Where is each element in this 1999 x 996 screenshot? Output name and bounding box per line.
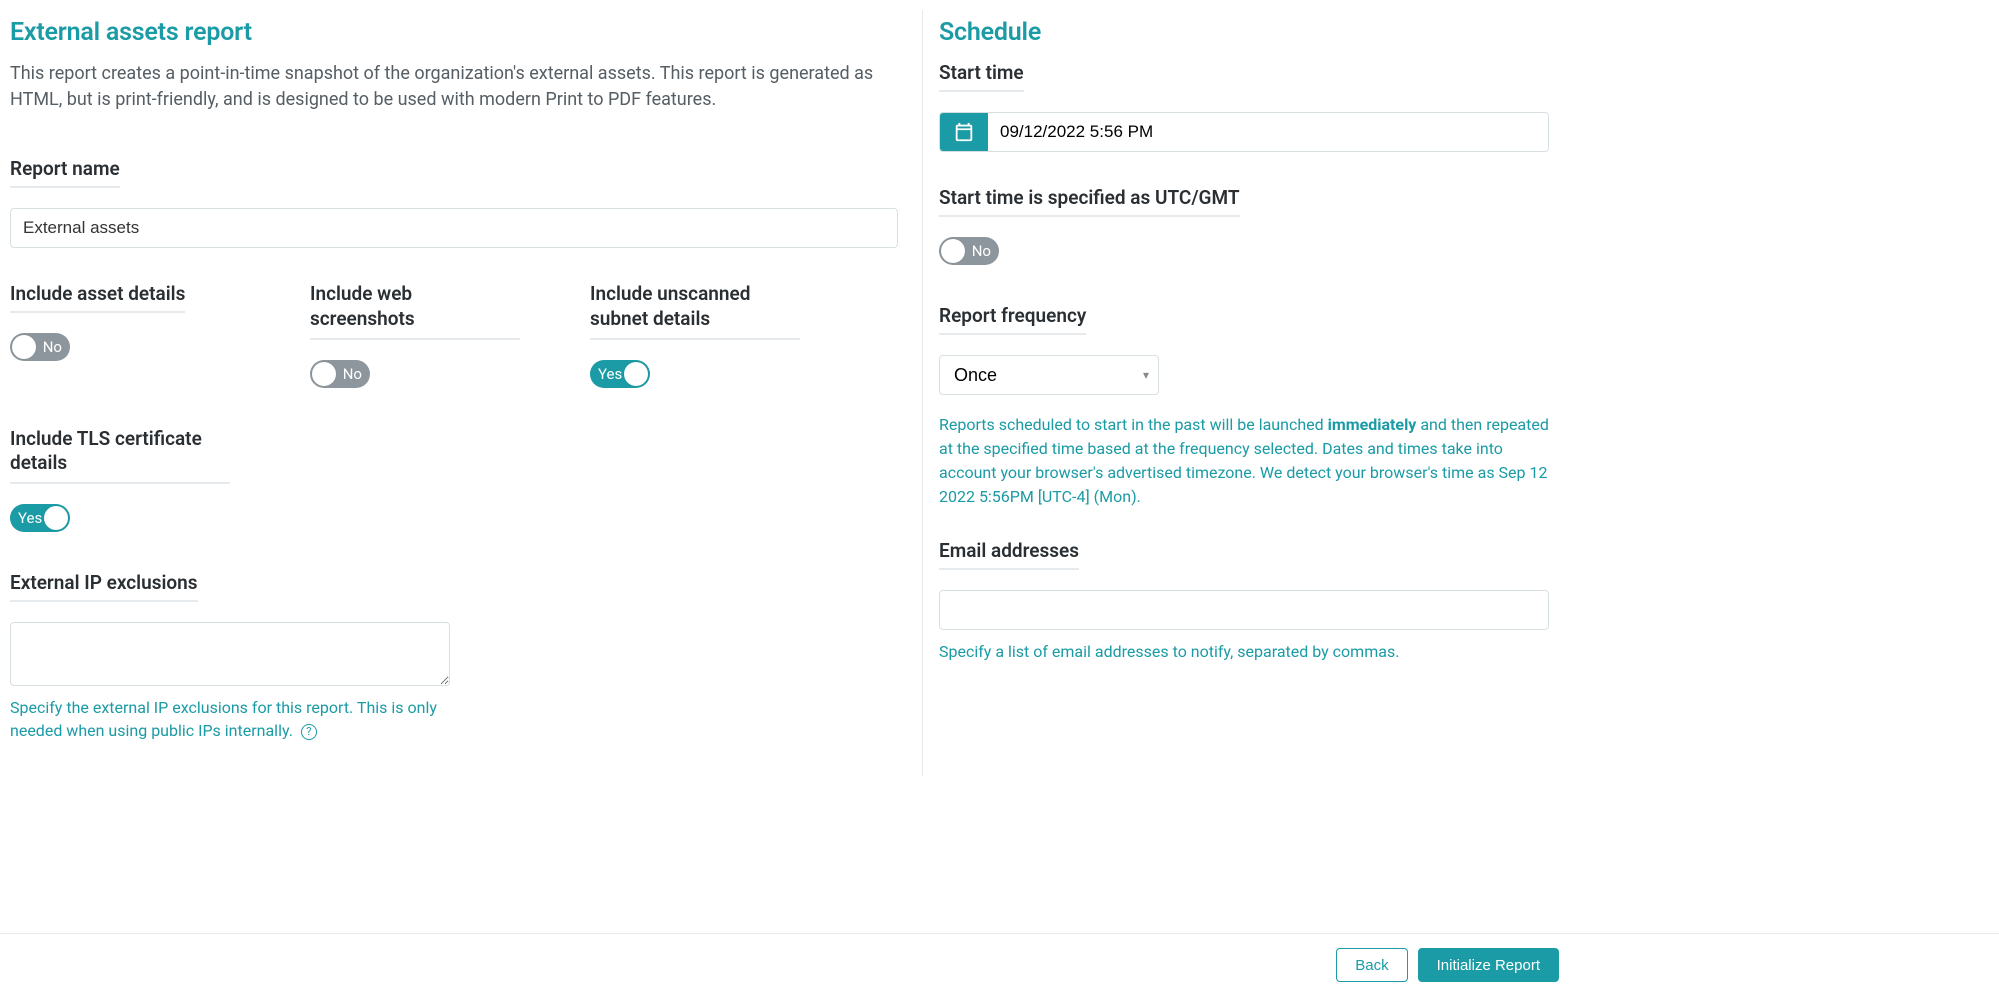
report-name-input[interactable]	[10, 208, 898, 248]
report-frequency-label: Report frequency	[939, 304, 1086, 335]
include-unscanned-subnet-label: Include unscanned subnet details	[590, 282, 800, 339]
report-name-label: Report name	[10, 157, 120, 188]
toggle-knob-icon	[312, 362, 336, 386]
initialize-report-button[interactable]: Initialize Report	[1418, 948, 1559, 982]
schedule-note: Reports scheduled to start in the past w…	[939, 413, 1549, 509]
include-asset-details-toggle[interactable]: No	[10, 333, 70, 361]
back-button[interactable]: Back	[1336, 948, 1407, 982]
ip-exclusions-textarea[interactable]	[10, 622, 450, 686]
toggle-state-text: No	[343, 365, 362, 383]
schedule-note-pre: Reports scheduled to start in the past w…	[939, 415, 1328, 434]
email-addresses-hint: Specify a list of email addresses to not…	[939, 640, 1549, 663]
utc-toggle-label: Start time is specified as UTC/GMT	[939, 186, 1240, 217]
toggle-state-text: Yes	[598, 365, 622, 383]
toggle-knob-icon	[624, 362, 648, 386]
left-description: This report creates a point-in-time snap…	[10, 61, 890, 113]
include-web-screenshots-toggle[interactable]: No	[310, 360, 370, 388]
footer-bar: Back Initialize Report	[0, 933, 1999, 996]
toggle-knob-icon	[941, 239, 965, 263]
ip-exclusions-hint: Specify the external IP exclusions for t…	[10, 696, 450, 742]
left-section-title: External assets report	[10, 18, 898, 47]
email-addresses-input[interactable]	[939, 590, 1549, 630]
help-icon[interactable]: ?	[301, 724, 317, 740]
start-time-label: Start time	[939, 61, 1024, 92]
start-time-input[interactable]	[988, 113, 1548, 151]
toggle-knob-icon	[12, 335, 36, 359]
utc-toggle[interactable]: No	[939, 237, 999, 265]
include-tls-cert-toggle[interactable]: Yes	[10, 504, 70, 532]
ip-exclusions-label: External IP exclusions	[10, 571, 198, 602]
right-section-title: Schedule	[939, 18, 1549, 47]
toggle-state-text: No	[43, 338, 62, 356]
calendar-icon[interactable]	[940, 113, 988, 151]
email-addresses-label: Email addresses	[939, 539, 1079, 570]
include-tls-cert-label: Include TLS certificate details	[10, 427, 230, 484]
toggle-knob-icon	[44, 506, 68, 530]
schedule-note-bold: immediately	[1328, 415, 1417, 434]
ip-exclusions-hint-text: Specify the external IP exclusions for t…	[10, 698, 437, 740]
include-asset-details-label: Include asset details	[10, 282, 185, 313]
include-unscanned-subnet-toggle[interactable]: Yes	[590, 360, 650, 388]
toggle-state-text: Yes	[18, 509, 42, 527]
left-panel: External assets report This report creat…	[10, 10, 922, 776]
include-web-screenshots-label: Include web screenshots	[310, 282, 520, 339]
report-frequency-select[interactable]: Once	[939, 355, 1159, 395]
toggle-state-text: No	[972, 242, 991, 260]
right-panel: Schedule Start time Start time is specif…	[922, 10, 1989, 776]
